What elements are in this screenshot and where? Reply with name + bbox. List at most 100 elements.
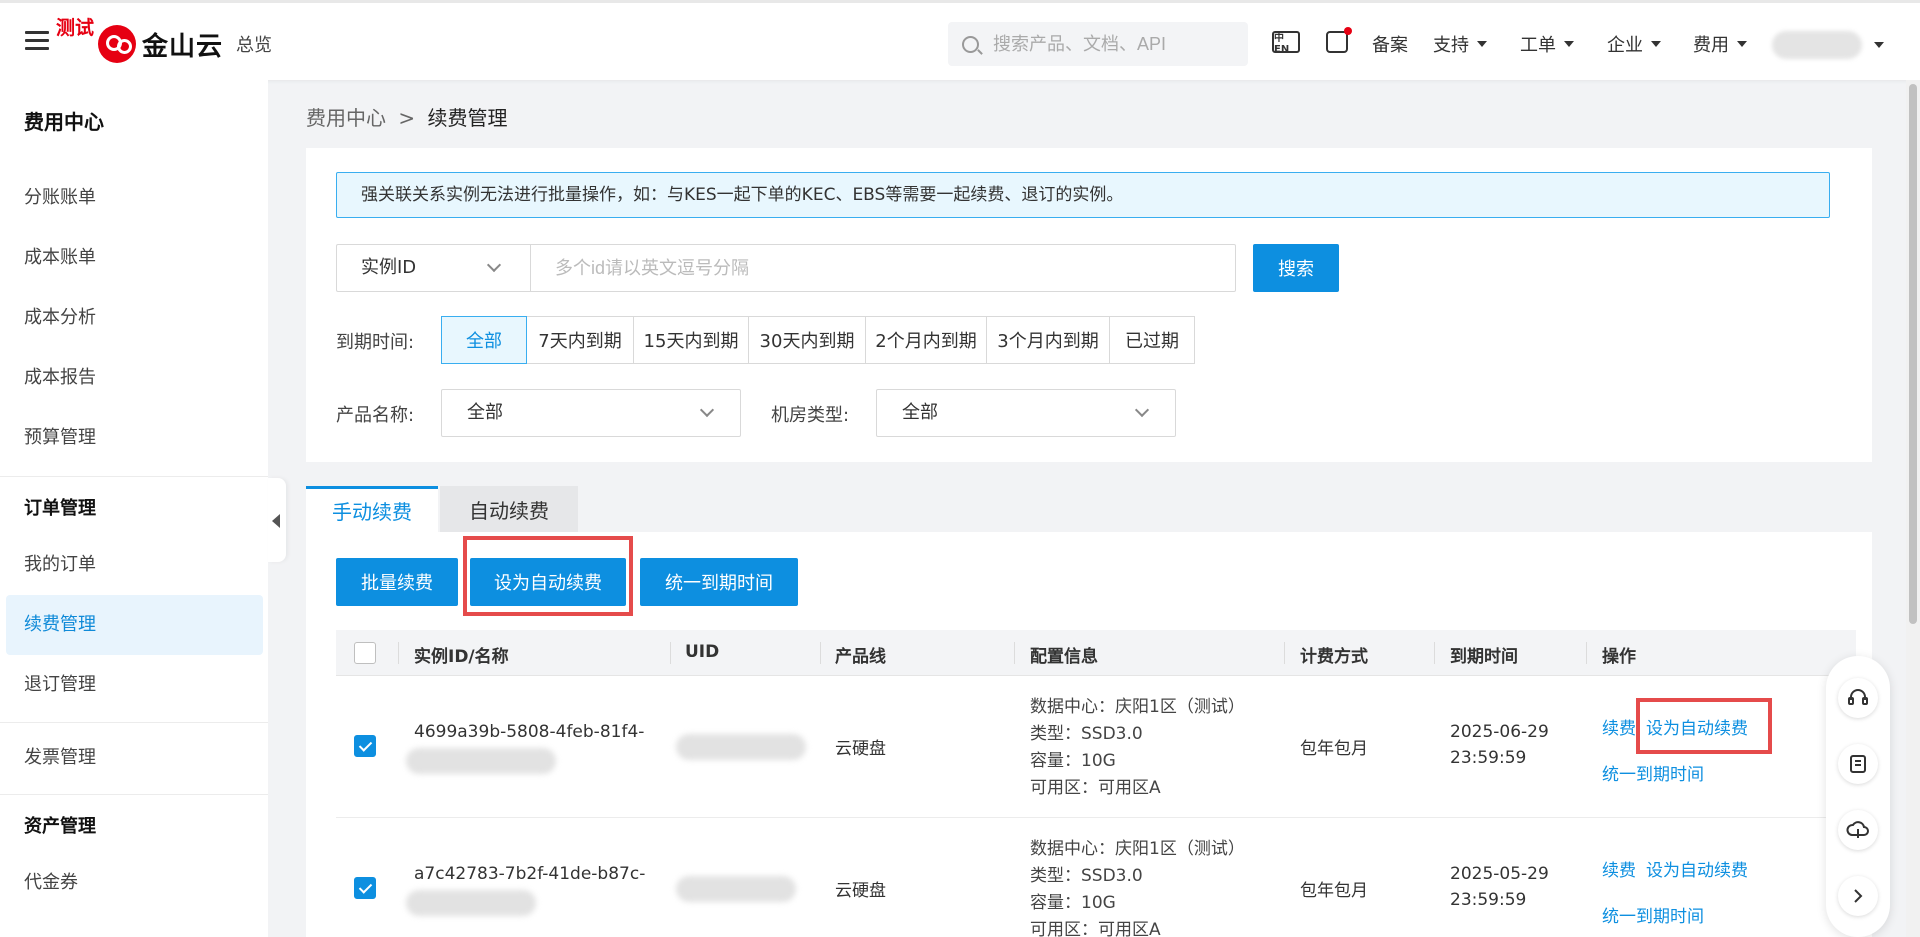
sidebar-item-budget[interactable]: 预算管理 (6, 408, 263, 468)
search-button[interactable]: 搜索 (1253, 244, 1339, 292)
config-info: 数据中心：庆阳1区（测试） 类型：SSD3.0 容量：10G 可用区：可用区A (1030, 694, 1245, 802)
page-scrollbar[interactable] (1906, 80, 1920, 937)
row-checkbox[interactable] (354, 735, 376, 757)
nav-filing[interactable]: 备案 (1372, 31, 1408, 57)
tab-manual-renewal[interactable]: 手动续费 (306, 486, 438, 532)
instance-id: 4699a39b-5808-4feb-81f4- (414, 722, 645, 742)
renew-link[interactable]: 续费 (1602, 714, 1636, 739)
sidebar-item-my-orders[interactable]: 我的订单 (6, 535, 263, 595)
sidebar: 费用中心 分账账单 成本账单 成本分析 成本报告 预算管理 订单管理 我的订单 … (0, 80, 268, 937)
config-info: 数据中心：庆阳1区（测试） 类型：SSD3.0 容量：10G 可用区：可用区A (1030, 836, 1245, 937)
expire-time: 23:59:59 (1450, 890, 1527, 910)
expire-date: 2025-06-29 (1450, 722, 1549, 742)
sidebar-group-order: 订单管理 (24, 498, 96, 519)
batch-renew-button[interactable]: 批量续费 (336, 558, 458, 606)
instance-id: a7c42783-7b2f-41de-b87c- (414, 864, 646, 884)
expire-option-expired[interactable]: 已过期 (1109, 316, 1195, 364)
breadcrumb-separator: > (398, 106, 416, 130)
column-separator (820, 642, 821, 664)
highlight-box (463, 536, 633, 616)
uid-redacted (676, 734, 806, 760)
overview-link[interactable]: 总览 (236, 31, 272, 57)
nav-billing[interactable]: 费用 (1693, 31, 1747, 57)
search-box[interactable] (948, 22, 1248, 66)
select-all-checkbox[interactable] (354, 642, 376, 664)
expire-option-all[interactable]: 全部 (441, 316, 527, 364)
cloud-icon[interactable] (1838, 810, 1878, 850)
sidebar-item-cost-report[interactable]: 成本报告 (6, 348, 263, 408)
notice-banner: 强关联关系实例无法进行批量操作，如：与KES一起下单的KEC、EBS等需要一起续… (336, 172, 1830, 218)
chevron-down-icon (486, 257, 502, 273)
chevron-down-icon (1134, 402, 1150, 418)
expire-option-3m[interactable]: 3个月内到期 (986, 316, 1110, 364)
breadcrumb-current: 续费管理 (427, 106, 508, 130)
caret-down-icon (1651, 41, 1661, 47)
message-icon[interactable] (1326, 27, 1352, 53)
document-icon[interactable] (1838, 744, 1878, 784)
set-auto-renew-link[interactable]: 设为自动续费 (1646, 856, 1748, 881)
nav-enterprise[interactable]: 企业 (1607, 31, 1661, 57)
config-type: 类型：SSD3.0 (1030, 866, 1143, 886)
divider (0, 794, 268, 795)
th-instance: 实例ID/名称 (414, 647, 509, 667)
instance-name-redacted (406, 748, 556, 774)
language-icon[interactable]: 中EN (1272, 31, 1300, 55)
unify-expire-button[interactable]: 统一到期时间 (640, 558, 798, 606)
id-type-select[interactable]: 实例ID (336, 244, 530, 292)
column-separator (1434, 642, 1435, 664)
product-line: 云硬盘 (835, 739, 886, 759)
search-input[interactable] (993, 33, 1233, 55)
sidebar-item-split-bill[interactable]: 分账账单 (6, 168, 263, 228)
table-row: a7c42783-7b2f-41de-b87c- 云硬盘 数据中心：庆阳1区（测… (336, 818, 1856, 937)
menu-icon[interactable] (25, 31, 49, 51)
sidebar-item-voucher[interactable]: 代金券 (6, 853, 263, 913)
product-name-select[interactable]: 全部 (441, 389, 741, 437)
sidebar-item-invoice[interactable]: 发票管理 (6, 728, 263, 788)
divider (0, 722, 268, 723)
scrollbar-thumb[interactable] (1909, 84, 1917, 624)
expire-option-7d[interactable]: 7天内到期 (526, 316, 634, 364)
search-icon (962, 35, 979, 53)
renewal-tabs: 手动续费 自动续费 (306, 486, 578, 532)
user-caret-icon[interactable] (1874, 42, 1884, 48)
sidebar-item-cost-bill[interactable]: 成本账单 (6, 228, 263, 288)
nav-ticket[interactable]: 工单 (1520, 31, 1574, 57)
headset-icon[interactable] (1838, 678, 1878, 718)
sidebar-item-renewal[interactable]: 续费管理 (6, 595, 263, 655)
expire-time: 23:59:59 (1450, 748, 1527, 768)
sidebar-item-cost-analysis[interactable]: 成本分析 (6, 288, 263, 348)
expire-option-2m[interactable]: 2个月内到期 (865, 316, 987, 364)
th-expire: 到期时间 (1450, 647, 1518, 667)
sidebar-item-unsubscribe[interactable]: 退订管理 (6, 655, 263, 715)
divider (0, 476, 268, 477)
expire-time-label: 到期时间: (336, 332, 415, 353)
expire-option-15d[interactable]: 15天内到期 (633, 316, 749, 364)
instance-id-input[interactable] (530, 244, 1236, 292)
logo[interactable]: 金山云 (98, 25, 223, 63)
column-separator (1014, 642, 1015, 664)
room-type-select[interactable]: 全部 (876, 389, 1176, 437)
sidebar-group-assets: 资产管理 (24, 816, 96, 837)
product-line: 云硬盘 (835, 881, 886, 901)
expire-option-30d[interactable]: 30天内到期 (748, 316, 866, 364)
th-product-line: 产品线 (835, 647, 886, 667)
uid-redacted (676, 876, 796, 902)
chevron-right-icon[interactable] (1838, 876, 1878, 916)
breadcrumb-parent[interactable]: 费用中心 (306, 106, 386, 130)
filter-panel: 强关联关系实例无法进行批量操作，如：与KES一起下单的KEC、EBS等需要一起续… (306, 148, 1872, 462)
row-checkbox[interactable] (354, 877, 376, 899)
test-badge: 测试 (56, 17, 95, 39)
unify-expire-link[interactable]: 统一到期时间 (1602, 760, 1704, 785)
user-account[interactable] (1772, 31, 1862, 59)
unify-expire-link[interactable]: 统一到期时间 (1602, 902, 1704, 927)
room-type-label: 机房类型: (771, 405, 850, 426)
config-zone: 可用区：可用区A (1030, 920, 1161, 937)
caret-down-icon (1477, 41, 1487, 47)
sidebar-collapse-button[interactable] (268, 478, 286, 562)
column-separator (398, 642, 399, 664)
nav-support[interactable]: 支持 (1433, 31, 1487, 57)
renew-link[interactable]: 续费 (1602, 856, 1636, 881)
config-datacenter: 数据中心：庆阳1区（测试） (1030, 839, 1245, 859)
tab-auto-renewal[interactable]: 自动续费 (440, 486, 578, 532)
expire-date: 2025-05-29 (1450, 864, 1549, 884)
